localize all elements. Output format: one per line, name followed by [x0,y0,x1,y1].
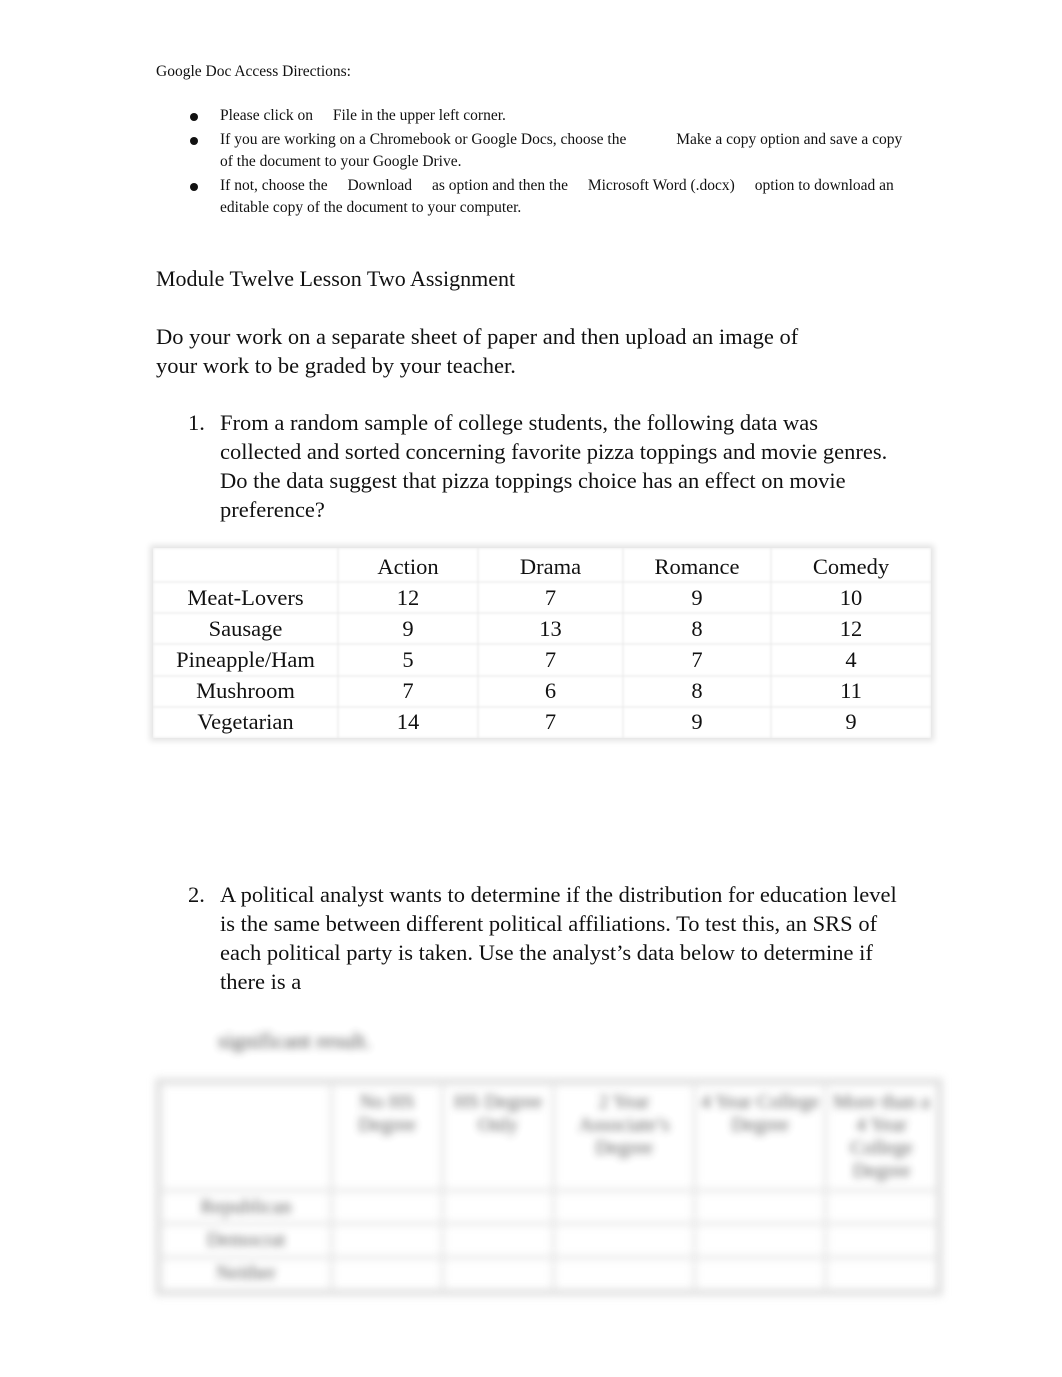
directions-item: Please click on File in the upper left c… [186,105,906,127]
blurred-caption: significant result. [218,1028,371,1053]
directions-item: If not, choose the Download as option an… [186,175,906,219]
directions-heading: Google Doc Access Directions: [156,63,351,80]
cell: 12 [771,613,931,644]
question-1: 1. From a random sample of college stude… [156,408,900,524]
cell: 8 [623,613,771,644]
word-docx-reference: Microsoft Word (.docx) [587,177,735,194]
question-number: 2. [188,882,205,907]
header-cell [159,1082,333,1192]
question-text: From a random sample of college students… [220,410,888,522]
row-label: Vegetarian [153,707,338,738]
table-row: Vegetarian 14 7 9 9 [153,707,931,738]
cell: 11 [771,676,931,707]
question-text: A political analyst wants to determine i… [220,882,897,994]
directions-list: Please click on File in the upper left c… [186,105,906,220]
header-cell: HS Degree Only [441,1082,555,1192]
cell [552,1188,696,1226]
table-row: Meat-Lovers 12 7 9 10 [153,582,931,613]
table-header-row: Action Drama Romance Comedy [153,548,931,582]
row-label: Meat-Lovers [153,582,338,613]
header-cell: Drama [478,548,623,582]
cell: 9 [771,707,931,738]
text: as option and then the [431,177,568,194]
bullet-icon [190,113,198,121]
cell [824,1188,939,1226]
header-cell: Action [338,548,478,582]
row-label: Neither [159,1255,333,1293]
cell [693,1222,827,1259]
make-copy-reference: Make a copy option [676,131,800,148]
text: If you are working on a Chromebook or Go… [220,131,627,148]
row-label: Republican [159,1188,333,1226]
cell: 7 [478,582,623,613]
table-row: Republican [159,1188,939,1226]
bullet-icon [190,183,198,191]
row-label: Pineapple/Ham [153,644,338,675]
cell: 7 [338,676,478,707]
cell: 9 [623,582,771,613]
instructions: Do your work on a separate sheet of pape… [156,324,799,378]
cell: 14 [338,707,478,738]
header-cell: Comedy [771,548,931,582]
file-menu-reference: File [332,107,357,124]
cell [824,1222,939,1259]
cell [552,1222,696,1259]
table-row: Neither [159,1255,939,1293]
cell: 12 [338,582,478,613]
header-cell: No HS Degree [330,1082,444,1192]
header-cell: 4 Year College Degree [693,1082,827,1192]
text: Please click on [220,107,313,124]
cell [330,1255,444,1293]
row-label: Democrat [159,1222,333,1259]
cell [693,1255,827,1293]
header-cell: Romance [623,548,771,582]
cell: 8 [623,676,771,707]
table-row: Mushroom 7 6 8 11 [153,676,931,707]
cell: 13 [478,613,623,644]
header-cell: 2 Year Associate’s Degree [552,1082,696,1192]
cell: 5 [338,644,478,675]
row-label: Mushroom [153,676,338,707]
table-row: Democrat [159,1222,939,1259]
download-reference: Download [347,177,413,194]
cell: 4 [771,644,931,675]
cell [441,1222,555,1259]
cell [441,1255,555,1293]
header-cell [153,548,338,582]
pizza-movie-table: Action Drama Romance Comedy Meat-Lovers … [153,548,931,738]
table-header-row: No HS Degree HS Degree Only 2 Year Assoc… [159,1082,939,1192]
cell: 9 [338,613,478,644]
cell [693,1188,827,1226]
question-2: 2. A political analyst wants to determin… [156,880,900,996]
text: in the upper left corner. [360,107,506,124]
header-cell: More than a 4 Year College Degree [824,1082,939,1192]
cell [824,1255,939,1293]
cell [552,1255,696,1293]
assignment-title: Module Twelve Lesson Two Assignment [156,266,516,291]
cell [441,1188,555,1226]
bullet-icon [190,137,198,145]
cell: 7 [478,644,623,675]
text: If not, choose the [220,177,328,194]
cell [330,1222,444,1259]
question-number: 1. [188,410,205,435]
cell: 7 [478,707,623,738]
blurred-education-table: No HS Degree HS Degree Only 2 Year Assoc… [155,1078,943,1296]
table-row: Sausage 9 13 8 12 [153,613,931,644]
directions-item: If you are working on a Chromebook or Go… [186,129,906,173]
cell: 9 [623,707,771,738]
table-row: Pineapple/Ham 5 7 7 4 [153,644,931,675]
cell: 7 [623,644,771,675]
cell: 6 [478,676,623,707]
cell: 10 [771,582,931,613]
row-label: Sausage [153,613,338,644]
cell [330,1188,444,1226]
